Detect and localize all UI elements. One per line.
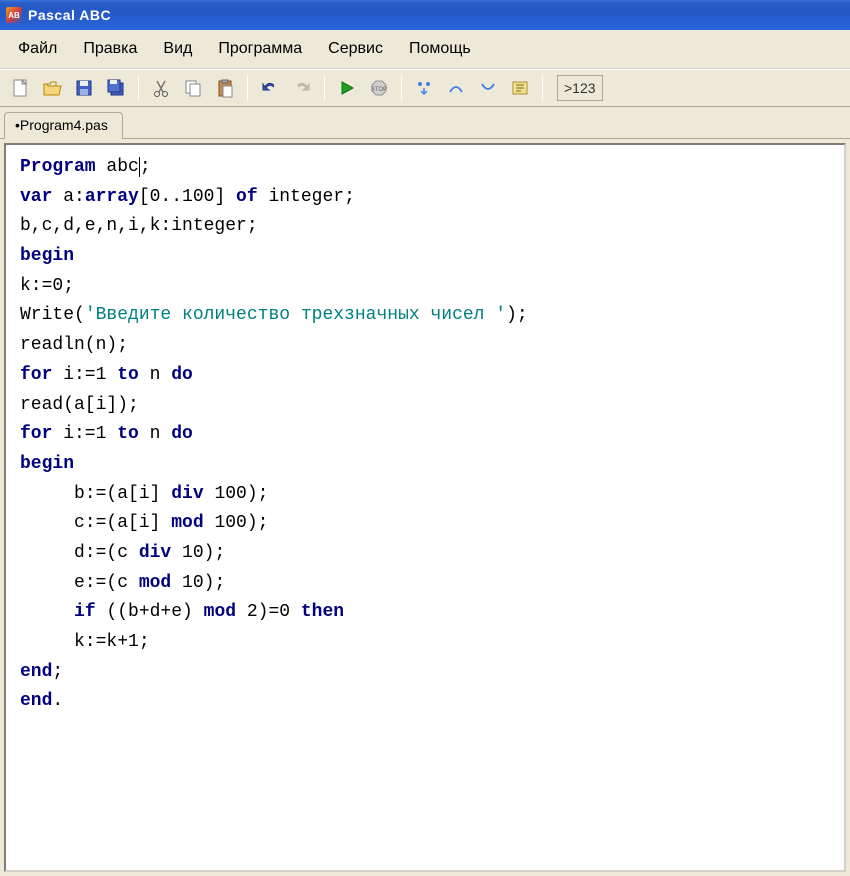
code-text: ); [506, 305, 528, 325]
kw-then: then [301, 602, 344, 622]
code-text: 10); [171, 543, 225, 563]
editor-wrap: Program abc; var a:array[0..100] of inte… [0, 139, 850, 876]
kw-for: for [20, 365, 52, 385]
code-text: abc [96, 157, 139, 177]
svg-text:STOP: STOP [371, 87, 387, 93]
separator [324, 76, 325, 100]
kw-var: var [20, 187, 52, 207]
app-icon: AB [6, 7, 22, 23]
code-text: read(a[i]); [20, 395, 139, 415]
kw-mod: mod [139, 573, 171, 593]
separator [247, 76, 248, 100]
tabbar: •Program4.pas [0, 107, 850, 139]
kw-mod: mod [204, 602, 236, 622]
code-text: [0..100] [139, 187, 236, 207]
code-text: n [139, 365, 171, 385]
code-text: 10); [171, 573, 225, 593]
code-text: k:=0; [20, 276, 74, 296]
code-text: 100); [204, 484, 269, 504]
menu-program[interactable]: Программа [208, 36, 312, 62]
menu-file[interactable]: Файл [8, 36, 67, 62]
code-text: readln(n); [20, 335, 128, 355]
code-text: d:=(c [20, 543, 139, 563]
kw-div: div [171, 484, 203, 504]
tab-program4[interactable]: •Program4.pas [4, 112, 123, 139]
kw-program: Program [20, 157, 96, 177]
step-into-button[interactable] [410, 74, 438, 102]
kw-begin: begin [20, 454, 74, 474]
code-text: ((b+d+e) [96, 602, 204, 622]
menubar: Файл Правка Вид Программа Сервис Помощь [0, 30, 850, 69]
kw-of: of [236, 187, 258, 207]
step-over-button[interactable] [442, 74, 470, 102]
code-text [20, 602, 74, 622]
breakpoint-button[interactable] [506, 74, 534, 102]
step-out-button[interactable] [474, 74, 502, 102]
goto-line-field[interactable]: >123 [557, 75, 603, 101]
code-text: i:=1 [52, 424, 117, 444]
kw-begin: begin [20, 246, 74, 266]
paste-button[interactable] [211, 74, 239, 102]
save-button[interactable] [70, 74, 98, 102]
kw-mod: mod [171, 513, 203, 533]
code-text: 2)=0 [236, 602, 301, 622]
window-title: Pascal ABC [28, 7, 111, 23]
kw-to: to [117, 424, 139, 444]
new-file-button[interactable] [6, 74, 34, 102]
kw-if: if [74, 602, 96, 622]
code-text: k:=k+1; [20, 632, 150, 652]
menu-view[interactable]: Вид [153, 36, 202, 62]
code-text: n [139, 424, 171, 444]
separator [542, 76, 543, 100]
menu-help[interactable]: Помощь [399, 36, 481, 62]
titlebar: AB Pascal ABC [0, 0, 850, 30]
code-text: e:=(c [20, 573, 139, 593]
toolbar: STOP >123 [0, 69, 850, 107]
kw-to: to [117, 365, 139, 385]
kw-array: array [85, 187, 139, 207]
save-all-button[interactable] [102, 74, 130, 102]
code-text: a: [52, 187, 84, 207]
open-file-button[interactable] [38, 74, 66, 102]
run-button[interactable] [333, 74, 361, 102]
app-window: AB Pascal ABC Файл Правка Вид Программа … [0, 0, 850, 876]
kw-end: end [20, 691, 52, 711]
kw-do: do [171, 365, 193, 385]
stop-button[interactable]: STOP [365, 74, 393, 102]
kw-do: do [171, 424, 193, 444]
copy-button[interactable] [179, 74, 207, 102]
menu-service[interactable]: Сервис [318, 36, 393, 62]
menu-edit[interactable]: Правка [73, 36, 147, 62]
kw-end: end [20, 662, 52, 682]
code-text: ; [52, 662, 63, 682]
code-string: 'Введите количество трехзначных чисел ' [85, 305, 506, 325]
code-editor[interactable]: Program abc; var a:array[0..100] of inte… [4, 143, 846, 872]
code-text: c:=(a[i] [20, 513, 171, 533]
kw-for: for [20, 424, 52, 444]
separator [138, 76, 139, 100]
code-text: 100); [204, 513, 269, 533]
code-text: integer; [258, 187, 355, 207]
code-text: i:=1 [52, 365, 117, 385]
code-text: ; [140, 157, 151, 177]
code-text: b,c,d,e,n,i,k:integer; [20, 216, 258, 236]
code-text: Write( [20, 305, 85, 325]
cut-button[interactable] [147, 74, 175, 102]
code-text: b:=(a[i] [20, 484, 171, 504]
redo-button[interactable] [288, 74, 316, 102]
code-text: . [52, 691, 63, 711]
kw-div: div [139, 543, 171, 563]
undo-button[interactable] [256, 74, 284, 102]
separator [401, 76, 402, 100]
